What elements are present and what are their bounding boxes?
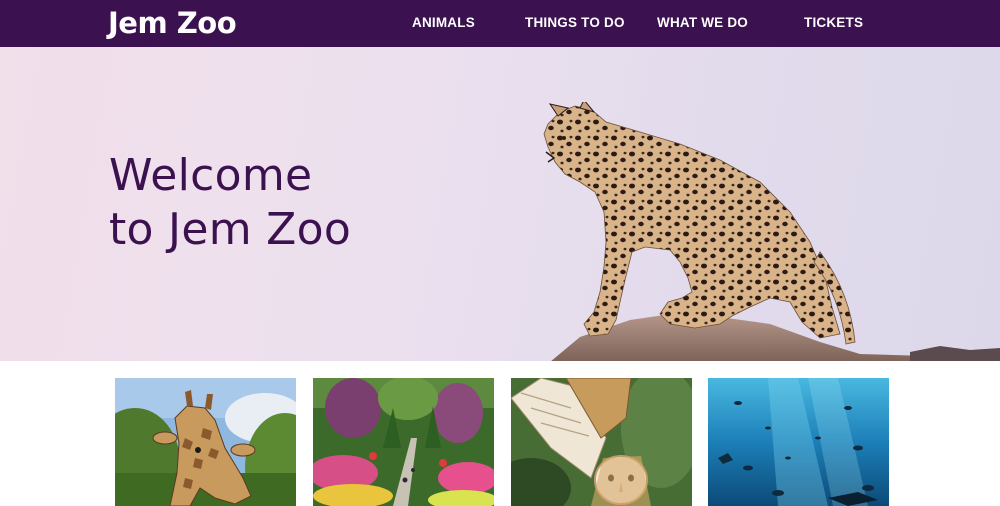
aquarium-image — [708, 378, 889, 506]
barn-owl-image — [511, 378, 692, 506]
giraffe-image — [115, 378, 296, 506]
site-logo[interactable]: Jem Zoo — [108, 4, 237, 42]
nav-item-tickets[interactable]: TICKETS — [804, 15, 863, 31]
garden-image — [313, 378, 494, 506]
hero-title-line-1: Welcome — [109, 150, 313, 201]
hero-title-line-2: to Jem Zoo — [109, 204, 352, 255]
leopard-image — [543, 102, 1000, 361]
card-owl[interactable] — [511, 378, 692, 506]
hero-title: Welcome to Jem Zoo — [109, 149, 351, 257]
card-aquarium[interactable] — [708, 378, 889, 506]
nav-item-things-to-do[interactable]: THINGS TO DO — [525, 15, 625, 31]
top-navigation-bar: Jem Zoo ANIMALS THINGS TO DO WHAT WE DO … — [0, 0, 1000, 47]
card-giraffe[interactable] — [115, 378, 296, 506]
nav-item-animals[interactable]: ANIMALS — [412, 15, 475, 31]
hero-banner: Welcome to Jem Zoo — [0, 47, 1000, 361]
nav-item-what-we-do[interactable]: WHAT WE DO — [657, 15, 748, 31]
card-garden[interactable] — [313, 378, 494, 506]
